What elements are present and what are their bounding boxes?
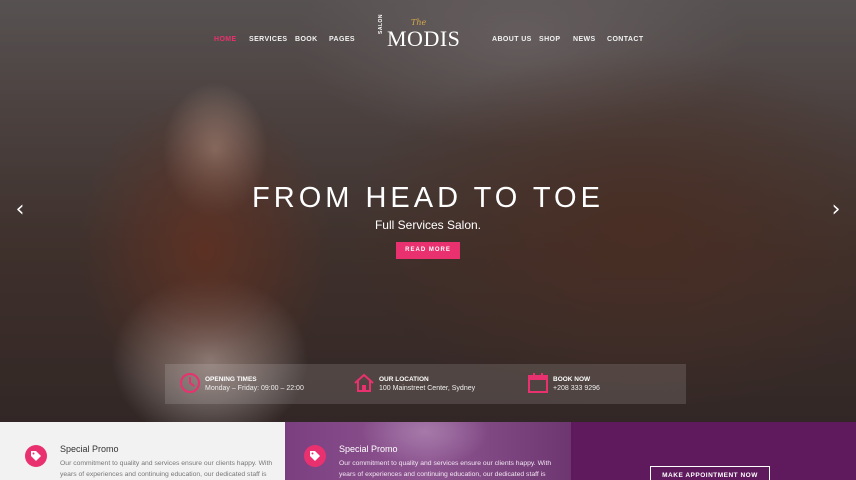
hero-subtitle: Full Services Salon. [374,218,482,232]
info-bar: OPENING TIMES Monday – Friday: 09:00 – 2… [165,364,686,404]
tag-icon [304,445,326,467]
nav-book[interactable]: BOOK [295,36,318,43]
nav-services[interactable]: SERVICES [249,36,287,43]
info-title: BOOK NOW [553,376,591,383]
info-value: Monday – Friday: 09:00 – 22:00 [205,385,304,392]
nav-home[interactable]: HOME [214,36,237,43]
promo-card: Special Promo Our commitment to quality … [285,422,571,480]
promo-text: Our commitment to quality and services e… [339,460,552,478]
nav-contact[interactable]: CONTACT [607,36,644,43]
clock-icon [180,373,200,393]
logo-salon: SALON [378,14,384,34]
promo-title: Special Promo [60,444,119,454]
site-logo[interactable]: The SALON MODIS [378,14,468,52]
info-value: 100 Mainstreet Center, Sydney [379,385,476,392]
info-value: +208 333 9296 [553,385,600,392]
nav-about-us[interactable]: ABOUT US [492,36,532,43]
info-title: OPENING TIMES [205,376,257,383]
calendar-icon [528,373,548,393]
read-more-button[interactable]: READ MORE [396,242,460,259]
info-title: OUR LOCATION [379,376,429,383]
main-navigation: HOME SERVICES BOOK PAGES The SALON MODIS… [0,0,856,80]
promo-title: Special Promo [339,444,398,454]
appointment-panel: MAKE APPOINTMENT NOW [571,422,856,480]
tag-icon [25,445,47,467]
home-icon [354,373,374,392]
nav-pages[interactable]: PAGES [329,36,355,43]
hero-title: FROM HEAD TO TOE [252,182,604,214]
promo-text: Our commitment to quality and services e… [60,460,273,478]
logo-name: MODIS [387,26,461,51]
make-appointment-button[interactable]: MAKE APPOINTMENT NOW [650,466,770,480]
nav-shop[interactable]: SHOP [539,36,560,43]
promo-card: Special Promo Our commitment to quality … [0,422,285,480]
nav-news[interactable]: NEWS [573,36,596,43]
